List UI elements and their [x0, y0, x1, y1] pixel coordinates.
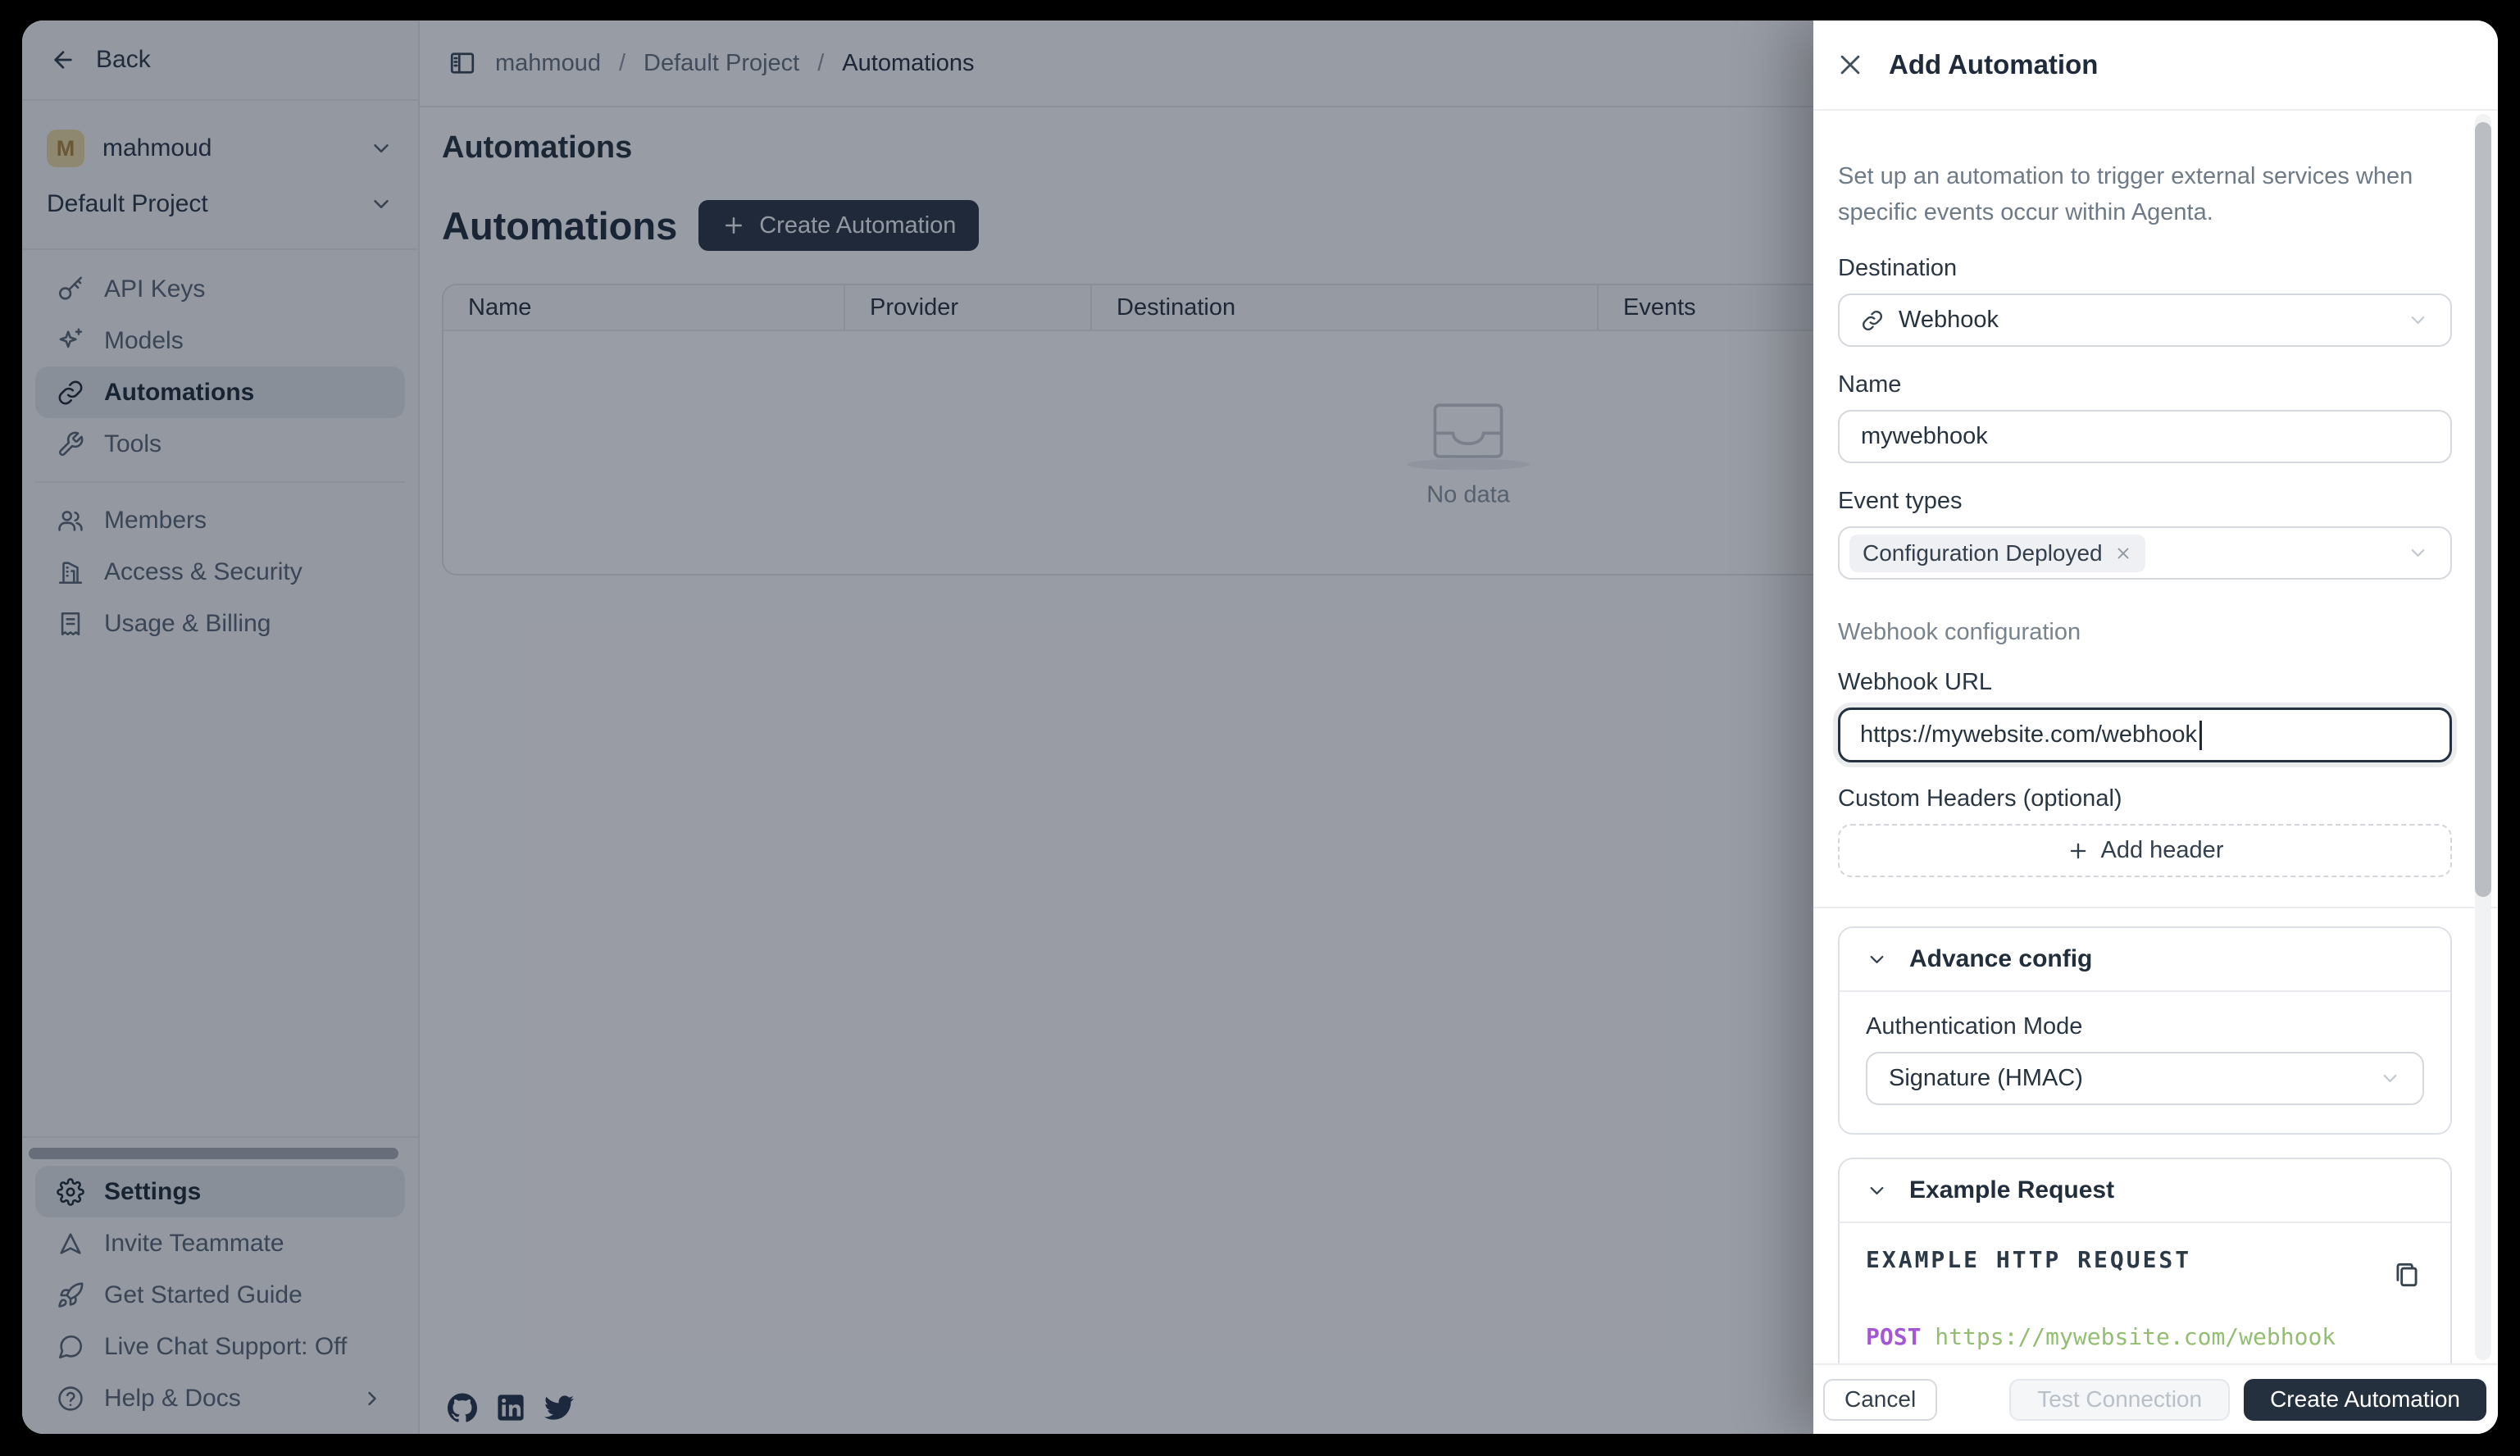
request-url: https://mywebsite.com/webhook	[1935, 1323, 2336, 1350]
text-cursor	[2199, 721, 2202, 750]
event-types-label: Event types	[1838, 488, 2452, 515]
chevron-down-icon	[2379, 1067, 2401, 1090]
auth-mode-value: Signature (HMAC)	[1889, 1065, 2083, 1092]
drawer-header: Add Automation	[1813, 20, 2498, 111]
create-automation-submit-button[interactable]: Create Automation	[2244, 1379, 2486, 1421]
webhook-url-label: Webhook URL	[1838, 669, 2452, 696]
chevron-down-icon	[2407, 309, 2429, 331]
webhook-url-input[interactable]: https://mywebsite.com/webhook	[1838, 708, 2452, 762]
section-divider	[1813, 907, 2498, 908]
test-connection-button[interactable]: Test Connection	[2009, 1379, 2230, 1421]
drawer-footer: Cancel Test Connection Create Automation	[1813, 1363, 2498, 1434]
name-value: mywebhook	[1861, 423, 1988, 450]
event-type-tag: Configuration Deployed	[1849, 535, 2145, 572]
link-icon	[1861, 309, 1884, 332]
name-label: Name	[1838, 371, 2452, 398]
chevron-down-icon	[1866, 1180, 1888, 1202]
example-request-header[interactable]: Example Request	[1840, 1159, 2450, 1223]
destination-value: Webhook	[1899, 307, 1999, 334]
copy-icon[interactable]	[2391, 1259, 2422, 1290]
advance-config-panel: Advance config Authentication Mode Signa…	[1838, 926, 2452, 1135]
name-input[interactable]: mywebhook	[1838, 410, 2452, 463]
advance-config-header[interactable]: Advance config	[1840, 928, 2450, 992]
event-types-select[interactable]: Configuration Deployed	[1838, 526, 2452, 580]
auth-mode-label: Authentication Mode	[1866, 1013, 2424, 1040]
auth-mode-select[interactable]: Signature (HMAC)	[1866, 1052, 2424, 1105]
webhook-config-section-title: Webhook configuration	[1838, 619, 2452, 646]
remove-tag-icon[interactable]	[2114, 544, 2132, 562]
code-request-line: POST https://mywebsite.com/webhook	[1866, 1323, 2424, 1350]
drawer-scrollbar[interactable]	[2475, 114, 2491, 1360]
scrollbar-thumb[interactable]	[2475, 122, 2491, 897]
destination-label: Destination	[1838, 255, 2452, 282]
add-automation-drawer: Add Automation Set up an automation to t…	[1813, 20, 2498, 1434]
add-header-button[interactable]: Add header	[1838, 824, 2452, 877]
plus-icon	[2067, 839, 2090, 862]
app-window: Back M mahmoud Default Project	[22, 20, 2498, 1434]
chevron-down-icon	[1866, 949, 1888, 971]
webhook-url-value: https://mywebsite.com/webhook	[1860, 721, 2197, 748]
drawer-body: Set up an automation to trigger external…	[1813, 111, 2498, 1363]
custom-headers-label: Custom Headers (optional)	[1838, 785, 2452, 812]
example-request-panel: Example Request EXAMPLE HTTP REQUEST POS…	[1838, 1158, 2452, 1363]
drawer-description: Set up an automation to trigger external…	[1838, 158, 2438, 230]
chevron-down-icon	[2407, 542, 2429, 564]
http-method: POST	[1866, 1323, 1921, 1350]
advance-config-body: Authentication Mode Signature (HMAC)	[1840, 992, 2450, 1133]
destination-select[interactable]: Webhook	[1838, 293, 2452, 347]
cancel-button[interactable]: Cancel	[1823, 1379, 1937, 1421]
example-request-body: EXAMPLE HTTP REQUEST POST https://mywebs…	[1840, 1223, 2450, 1363]
code-caption: EXAMPLE HTTP REQUEST	[1866, 1246, 2191, 1273]
drawer-title: Add Automation	[1889, 49, 2098, 80]
close-icon[interactable]	[1836, 51, 1864, 79]
